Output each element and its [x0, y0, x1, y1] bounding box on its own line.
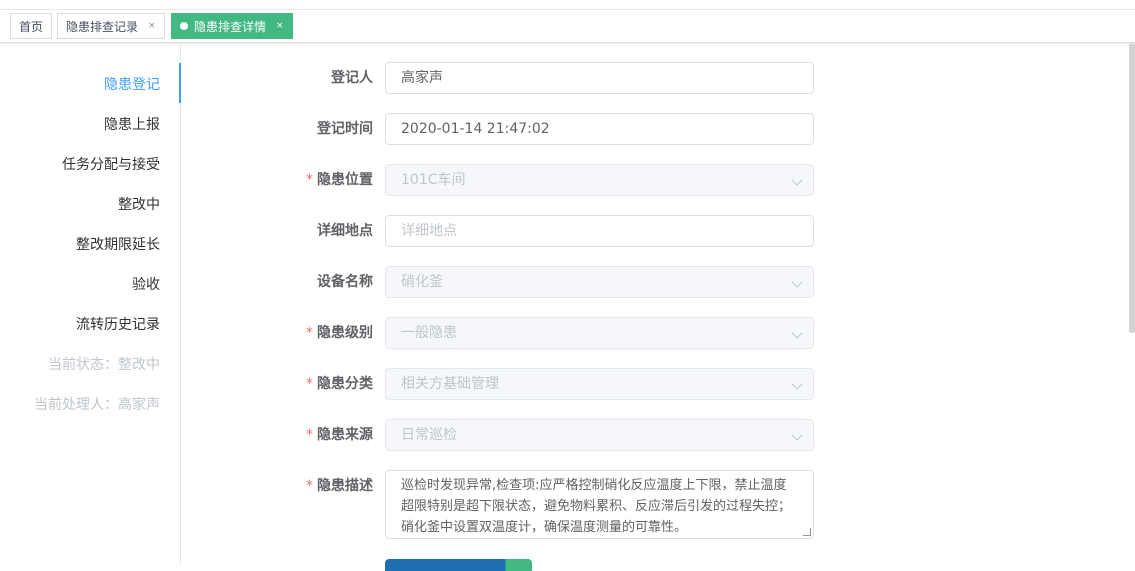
equipment-label: 设备名称 [317, 274, 373, 290]
sidebar-item-register[interactable]: 隐患登记 [104, 74, 160, 94]
detail-place-label: 详细地点 [317, 223, 373, 239]
level-select[interactable]: 一般隐患 [385, 317, 814, 349]
step-sidebar: 隐患登记 隐患上报 任务分配与接受 整改中 整改期限延长 验收 流转历史记录 当… [0, 43, 181, 565]
form-row-location: * 隐患位置 101C车间 [290, 164, 820, 196]
tab-home[interactable]: 首页 [10, 13, 53, 39]
equipment-select[interactable]: 硝化釜 [385, 266, 814, 298]
chevron-down-icon [791, 429, 803, 441]
chevron-down-icon [791, 276, 803, 288]
sidebar-item-history[interactable]: 流转历史记录 [76, 314, 160, 334]
close-icon[interactable]: × [148, 21, 156, 31]
location-select[interactable]: 101C车间 [385, 164, 814, 196]
detail-place-input[interactable]: 详细地点 [385, 215, 814, 247]
close-icon[interactable]: × [276, 21, 284, 31]
sidebar-item-rectifying[interactable]: 整改中 [118, 194, 160, 214]
category-label: * 隐患分类 [306, 376, 373, 392]
active-step-indicator [179, 63, 181, 103]
description-label: * 隐患描述 [306, 478, 373, 494]
form-row-description: * 隐患描述 巡检时发现异常,检查项:应严格控制硝化反应温度上下限，禁止温度超限特… [290, 470, 820, 540]
sidebar-item-extension[interactable]: 整改期限延长 [76, 234, 160, 254]
tab-hazard-records[interactable]: 隐患排查记录 × [57, 13, 165, 39]
form-row-level: * 隐患级别 一般隐患 [290, 317, 820, 349]
sidebar-item-report[interactable]: 隐患上报 [104, 114, 160, 134]
required-mark: * [306, 376, 313, 392]
current-handler: 当前处理人：高家声 [34, 397, 160, 413]
form-row-equipment: 设备名称 硝化釜 [290, 266, 820, 298]
active-dot-icon [180, 22, 188, 30]
resize-handle-icon[interactable] [803, 528, 811, 536]
level-label: * 隐患级别 [306, 325, 373, 341]
required-mark: * [306, 427, 313, 443]
reg-time-label: 登记时间 [317, 121, 373, 137]
tab-bar: 首页 隐患排查记录 × 隐患排查详情 × [0, 10, 1135, 43]
chevron-down-icon [791, 327, 803, 339]
sidebar-item-acceptance[interactable]: 验收 [132, 274, 160, 294]
form-row-reg-time: 登记时间 2020-01-14 21:47:02 [290, 113, 820, 145]
submit-button[interactable] [385, 559, 532, 571]
required-mark: * [306, 478, 313, 494]
scrollbar[interactable] [1129, 43, 1135, 333]
current-status: 当前状态：整改中 [48, 357, 160, 373]
form-row-source: * 隐患来源 日常巡检 [290, 419, 820, 451]
location-label: * 隐患位置 [306, 172, 373, 188]
reg-time-input[interactable]: 2020-01-14 21:47:02 [385, 113, 814, 145]
form-row-registrant: 登记人 高家声 [290, 62, 820, 94]
tab-home-label: 首页 [19, 19, 44, 34]
form-row-detail-place: 详细地点 详细地点 [290, 215, 820, 247]
description-textarea[interactable]: 巡检时发现异常,检查项:应严格控制硝化反应温度上下限，禁止温度超限特别是超下限状… [385, 470, 814, 539]
chevron-down-icon [791, 378, 803, 390]
registrant-label: 登记人 [331, 70, 373, 86]
tab-hazard-detail-label: 隐患排查详情 [194, 19, 267, 34]
category-select[interactable]: 相关方基础管理 [385, 368, 814, 400]
required-mark: * [306, 325, 313, 341]
top-bar [0, 0, 1135, 10]
registrant-input[interactable]: 高家声 [385, 62, 814, 94]
tab-hazard-records-label: 隐患排查记录 [66, 19, 139, 34]
form-row-category: * 隐患分类 相关方基础管理 [290, 368, 820, 400]
chevron-down-icon [791, 174, 803, 186]
source-select[interactable]: 日常巡检 [385, 419, 814, 451]
source-label: * 隐患来源 [306, 427, 373, 443]
tab-hazard-detail[interactable]: 隐患排查详情 × [171, 13, 293, 39]
required-mark: * [306, 172, 313, 188]
sidebar-item-assign[interactable]: 任务分配与接受 [62, 154, 160, 174]
